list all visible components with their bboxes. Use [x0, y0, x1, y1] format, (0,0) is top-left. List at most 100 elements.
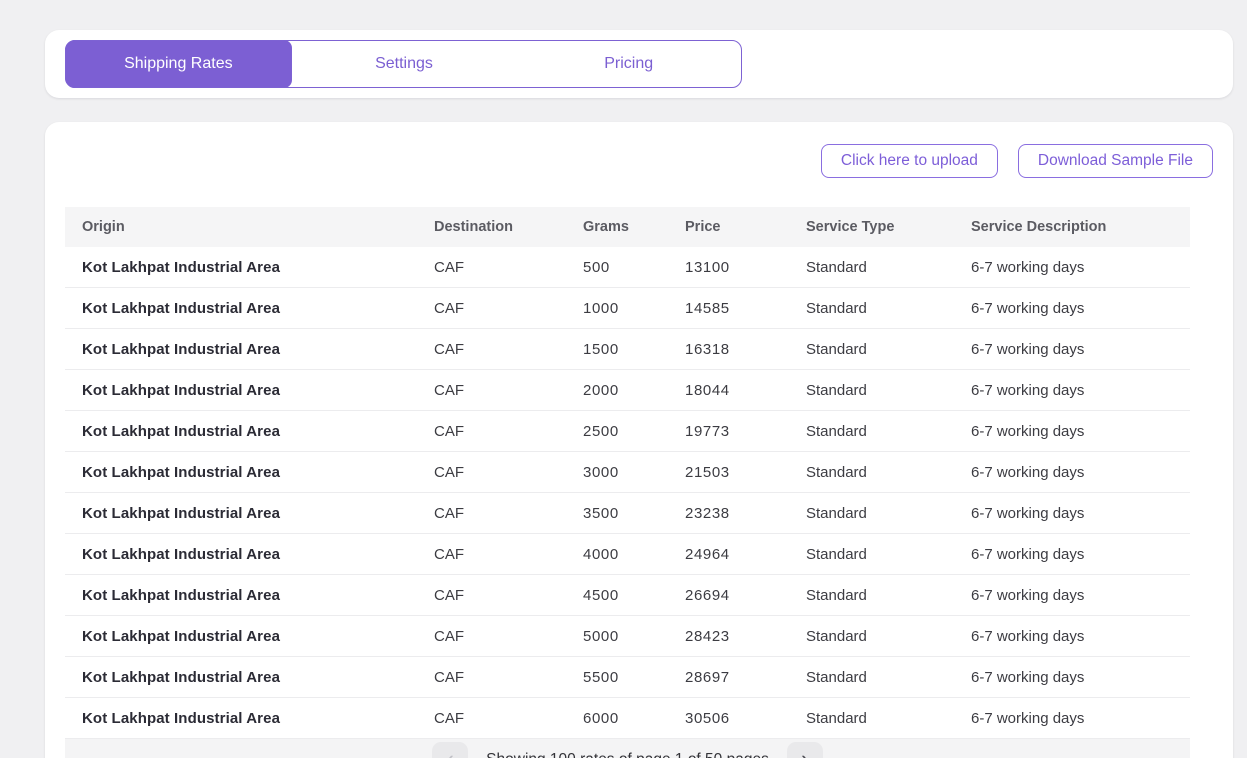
table-cell: 1500 [583, 341, 685, 358]
table-cell: 1000 [583, 300, 685, 317]
table-cell: 14585 [685, 300, 806, 317]
table-cell: 6-7 working days [971, 710, 1190, 727]
table-cell: CAF [434, 546, 583, 563]
upload-button[interactable]: Click here to upload [821, 144, 998, 178]
table-cell: 6-7 working days [971, 259, 1190, 276]
table-row: Kot Lakhpat Industrial AreaCAF450026694S… [65, 575, 1190, 616]
tab-bar: Shipping RatesSettingsPricing [65, 40, 742, 88]
table-cell: 3500 [583, 505, 685, 522]
table-cell: 6-7 working days [971, 587, 1190, 604]
table-cell: Kot Lakhpat Industrial Area [65, 423, 434, 440]
actions-row: Click here to upload Download Sample Fil… [821, 144, 1213, 178]
table-cell: Kot Lakhpat Industrial Area [65, 259, 434, 276]
column-header: Price [685, 219, 806, 235]
table-row: Kot Lakhpat Industrial AreaCAF50013100St… [65, 247, 1190, 288]
pagination-status: Showing 100 rates of page 1 of 50 pages [486, 742, 769, 758]
table-cell: Standard [806, 505, 971, 522]
column-header: Service Type [806, 219, 971, 235]
rates-table: OriginDestinationGramsPriceService TypeS… [65, 207, 1190, 739]
table-cell: CAF [434, 710, 583, 727]
table-cell: 21503 [685, 464, 806, 481]
chevron-right-icon: › [801, 748, 808, 758]
table-cell: Standard [806, 423, 971, 440]
table-cell: 6-7 working days [971, 464, 1190, 481]
table-cell: 16318 [685, 341, 806, 358]
table-body: Kot Lakhpat Industrial AreaCAF50013100St… [65, 247, 1190, 739]
table-cell: Kot Lakhpat Industrial Area [65, 341, 434, 358]
column-header: Origin [65, 219, 434, 235]
table-cell: Kot Lakhpat Industrial Area [65, 300, 434, 317]
table-row: Kot Lakhpat Industrial AreaCAF100014585S… [65, 288, 1190, 329]
table-cell: Kot Lakhpat Industrial Area [65, 587, 434, 604]
table-cell: Kot Lakhpat Industrial Area [65, 710, 434, 727]
table-cell: 500 [583, 259, 685, 276]
table-cell: 28423 [685, 628, 806, 645]
table-cell: 6-7 working days [971, 382, 1190, 399]
table-cell: 19773 [685, 423, 806, 440]
table-cell: Kot Lakhpat Industrial Area [65, 628, 434, 645]
table-row: Kot Lakhpat Industrial AreaCAF550028697S… [65, 657, 1190, 698]
table-cell: CAF [434, 382, 583, 399]
table-cell: Standard [806, 300, 971, 317]
table-cell: Standard [806, 587, 971, 604]
table-cell: Standard [806, 710, 971, 727]
table-row: Kot Lakhpat Industrial AreaCAF150016318S… [65, 329, 1190, 370]
tab-settings[interactable]: Settings [292, 41, 517, 87]
tab-pricing[interactable]: Pricing [516, 41, 741, 87]
table-cell: CAF [434, 464, 583, 481]
previous-page-button[interactable]: ‹ [432, 742, 468, 758]
table-row: Kot Lakhpat Industrial AreaCAF400024964S… [65, 534, 1190, 575]
table-cell: 28697 [685, 669, 806, 686]
table-cell: 5000 [583, 628, 685, 645]
shipping-rates-card: Click here to upload Download Sample Fil… [45, 122, 1233, 758]
table-cell: CAF [434, 587, 583, 604]
table-cell: Kot Lakhpat Industrial Area [65, 546, 434, 563]
table-row: Kot Lakhpat Industrial AreaCAF600030506S… [65, 698, 1190, 739]
download-sample-button[interactable]: Download Sample File [1018, 144, 1213, 178]
tab-shipping-rates[interactable]: Shipping Rates [65, 40, 292, 88]
table-cell: 23238 [685, 505, 806, 522]
table-cell: 24964 [685, 546, 806, 563]
table-cell: Kot Lakhpat Industrial Area [65, 382, 434, 399]
table-cell: 30506 [685, 710, 806, 727]
table-cell: Standard [806, 628, 971, 645]
table-cell: 18044 [685, 382, 806, 399]
table-cell: 6000 [583, 710, 685, 727]
column-header: Destination [434, 219, 583, 235]
table-cell: Kot Lakhpat Industrial Area [65, 464, 434, 481]
table-cell: Standard [806, 546, 971, 563]
table-cell: 6-7 working days [971, 300, 1190, 317]
table-cell: Standard [806, 382, 971, 399]
table-cell: CAF [434, 259, 583, 276]
table-cell: CAF [434, 423, 583, 440]
table-header: OriginDestinationGramsPriceService TypeS… [65, 207, 1190, 247]
table-cell: CAF [434, 505, 583, 522]
table-cell: CAF [434, 628, 583, 645]
table-cell: 6-7 working days [971, 423, 1190, 440]
table-cell: Standard [806, 341, 971, 358]
next-page-button[interactable]: › [787, 742, 823, 758]
table-cell: 13100 [685, 259, 806, 276]
table-cell: 26694 [685, 587, 806, 604]
table-cell: 6-7 working days [971, 669, 1190, 686]
table-cell: 2500 [583, 423, 685, 440]
table-cell: 6-7 working days [971, 341, 1190, 358]
table-cell: 3000 [583, 464, 685, 481]
table-row: Kot Lakhpat Industrial AreaCAF500028423S… [65, 616, 1190, 657]
chevron-left-icon: ‹ [447, 748, 454, 758]
table-cell: 4000 [583, 546, 685, 563]
column-header: Service Description [971, 219, 1190, 235]
table-row: Kot Lakhpat Industrial AreaCAF250019773S… [65, 411, 1190, 452]
table-row: Kot Lakhpat Industrial AreaCAF300021503S… [65, 452, 1190, 493]
pagination-bar: ‹ Showing 100 rates of page 1 of 50 page… [65, 739, 1190, 758]
table-cell: Standard [806, 669, 971, 686]
table-cell: 5500 [583, 669, 685, 686]
table-cell: CAF [434, 341, 583, 358]
table-cell: CAF [434, 669, 583, 686]
table-cell: 6-7 working days [971, 505, 1190, 522]
table-cell: Kot Lakhpat Industrial Area [65, 505, 434, 522]
table-cell: Standard [806, 259, 971, 276]
column-header: Grams [583, 219, 685, 235]
table-cell: CAF [434, 300, 583, 317]
table-row: Kot Lakhpat Industrial AreaCAF200018044S… [65, 370, 1190, 411]
